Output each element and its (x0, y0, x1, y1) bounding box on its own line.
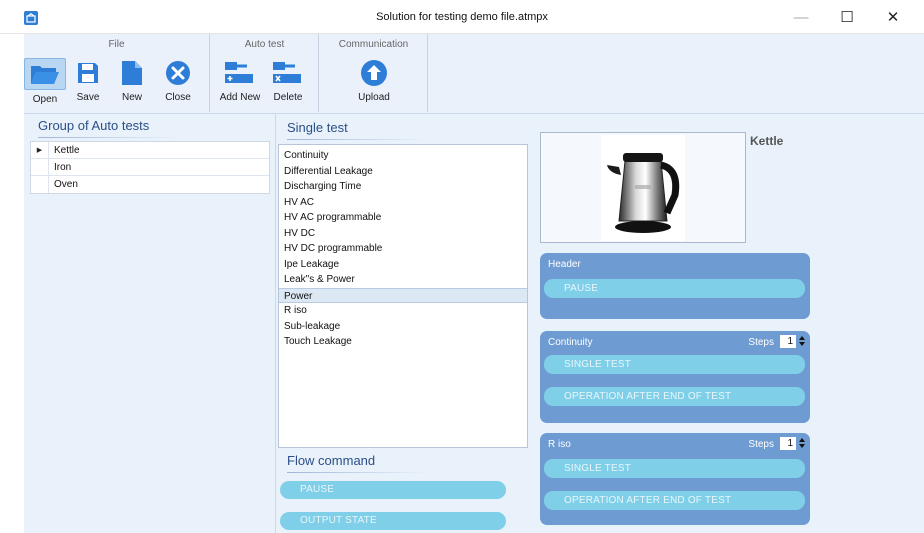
flow-command-title-text: Flow command (287, 453, 376, 468)
table-row[interactable]: Iron (31, 158, 269, 176)
ribbon-group-auto-test: Auto test Add New Delete (211, 34, 319, 112)
steps-stepper[interactable]: 1 (780, 334, 806, 348)
list-item[interactable]: Sub-leakage (279, 319, 527, 335)
header-card: Header PAUSE (540, 253, 810, 319)
close-window-button[interactable]: ✕ (870, 0, 916, 34)
folder-open-icon (24, 58, 66, 90)
group-panel: Group of Auto tests ▶ Kettle Iron Oven (24, 114, 276, 533)
table-row[interactable]: ▶ Kettle (31, 141, 269, 159)
delete-label: Delete (273, 92, 303, 103)
open-label: Open (32, 94, 58, 105)
card-title: Header (548, 259, 581, 270)
row-selector-icon: ▶ (31, 141, 49, 159)
kettle-photo-icon (601, 135, 685, 241)
steps-label: Steps (748, 439, 774, 450)
ribbon-group-label: Communication (338, 39, 409, 50)
title-underline (38, 137, 178, 138)
ribbon-group-label: Auto test (244, 39, 285, 50)
maximize-button[interactable]: ☐ (824, 0, 870, 34)
list-item[interactable]: Differential Leakage (279, 164, 527, 180)
minimize-button[interactable]: — (778, 0, 824, 34)
title-bar: Solution for testing demo file.atmpx — ☐… (0, 0, 924, 34)
ribbon-group-file: File Open Save New Close (24, 34, 210, 112)
open-button[interactable]: Open (24, 58, 66, 108)
continuity-single-test-item[interactable]: SINGLE TEST (544, 355, 805, 374)
delete-test-icon (273, 58, 303, 88)
close-label: Close (165, 92, 191, 103)
delete-button[interactable]: Delete (265, 58, 311, 108)
group-name-cell: Iron (54, 161, 72, 173)
close-button[interactable]: Close (158, 58, 198, 108)
add-new-button[interactable]: Add New (217, 58, 263, 108)
continuity-operation-item[interactable]: OPERATION AFTER END OF TEST (544, 387, 805, 406)
add-test-icon (225, 58, 255, 88)
upload-button[interactable]: Upload (354, 58, 394, 108)
new-document-icon (117, 58, 147, 88)
flow-command-pause[interactable]: PAUSE (280, 481, 506, 499)
steps-value[interactable]: 1 (780, 334, 796, 348)
flow-command-title: Flow command (287, 453, 427, 473)
title-underline (287, 472, 427, 473)
row-selector (31, 158, 49, 176)
list-item[interactable]: Discharging Time (279, 179, 527, 195)
single-test-title-text: Single test (287, 120, 348, 135)
group-image-frame (540, 132, 746, 243)
save-button[interactable]: Save (68, 58, 108, 108)
list-item[interactable]: HV DC (279, 226, 527, 242)
continuity-card: Continuity Steps 1 SINGLE TEST OPERATION… (540, 331, 810, 423)
single-test-title: Single test (287, 120, 427, 140)
row-selector (31, 176, 49, 193)
group-panel-title-text: Group of Auto tests (38, 118, 150, 133)
steps-value[interactable]: 1 (780, 436, 796, 450)
table-row[interactable]: Oven (31, 176, 269, 193)
header-pause-item[interactable]: PAUSE (544, 279, 805, 298)
group-panel-title: Group of Auto tests (38, 118, 178, 138)
riso-single-test-item[interactable]: SINGLE TEST (544, 459, 805, 478)
list-item[interactable]: HV AC (279, 195, 527, 211)
list-item[interactable]: Continuity (279, 148, 527, 164)
list-item[interactable]: Touch Leakage (279, 334, 527, 350)
group-name-cell: Oven (54, 179, 78, 190)
steps-label: Steps (748, 337, 774, 348)
selected-group-name: Kettle (750, 134, 784, 148)
title-underline (287, 139, 427, 140)
single-test-list[interactable]: Continuity Differential Leakage Discharg… (278, 144, 528, 448)
add-new-label: Add New (219, 92, 261, 103)
list-item[interactable]: R iso (279, 303, 527, 319)
save-label: Save (76, 92, 100, 103)
single-test-panel: Single test Continuity Differential Leak… (276, 114, 534, 533)
ribbon-group-label: File (108, 39, 125, 50)
list-item[interactable]: HV DC programmable (279, 241, 527, 257)
list-item-selected[interactable]: Power (279, 287, 527, 303)
new-label: New (121, 92, 142, 103)
upload-icon (359, 58, 389, 88)
list-item[interactable]: HV AC programmable (279, 210, 527, 226)
riso-operation-item[interactable]: OPERATION AFTER END OF TEST (544, 491, 805, 510)
card-title: R iso (548, 439, 571, 450)
group-name-cell: Kettle (54, 144, 80, 156)
close-circle-icon (163, 58, 193, 88)
ribbon-group-communication: Communication Upload (320, 34, 428, 112)
card-title: Continuity (548, 337, 593, 348)
upload-label: Upload (358, 92, 390, 103)
save-icon (73, 58, 103, 88)
stepper-arrows-icon[interactable] (798, 335, 806, 348)
list-item[interactable]: Ipe Leakage (279, 257, 527, 273)
list-item[interactable]: Leak"s & Power (279, 272, 527, 288)
flow-command-output-state[interactable]: OUTPUT STATE (280, 512, 506, 530)
riso-card: R iso Steps 1 SINGLE TEST OPERATION AFTE… (540, 433, 810, 525)
steps-stepper[interactable]: 1 (780, 436, 806, 450)
group-grid[interactable]: ▶ Kettle Iron Oven (30, 141, 270, 194)
group-detail-panel: Kettle Header PAUSE Continuity Steps 1 S… (534, 114, 924, 533)
ribbon: File Open Save New Close Auto test Add N… (24, 34, 924, 114)
stepper-arrows-icon[interactable] (798, 437, 806, 450)
new-button[interactable]: New (112, 58, 152, 108)
